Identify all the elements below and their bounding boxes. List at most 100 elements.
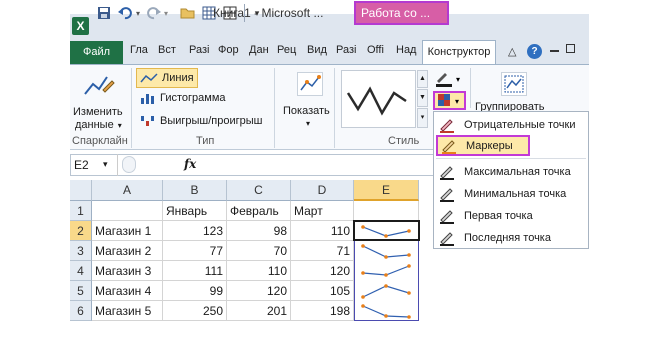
cell-b6[interactable]: 250 — [163, 301, 227, 321]
edit-data-button-line1[interactable]: Изменить — [73, 106, 123, 118]
cell-b5[interactable]: 99 — [163, 281, 227, 301]
open-folder-icon[interactable] — [179, 4, 197, 22]
menu-item-negative-points[interactable]: Отрицательные точки — [436, 114, 589, 135]
cell-b2[interactable]: 123 — [163, 221, 227, 241]
name-box-dropdown-icon[interactable]: ▾ — [103, 159, 108, 170]
sparkline-e6[interactable] — [355, 302, 418, 320]
tab-office[interactable]: Offi — [367, 44, 384, 63]
cell-d6[interactable]: 198 — [291, 301, 354, 321]
menu-item-last-point[interactable]: Последняя точка — [436, 227, 589, 248]
svg-text:▾: ▾ — [456, 75, 460, 84]
cell-b1[interactable]: Январь — [163, 201, 227, 221]
column-header-d[interactable]: D — [291, 180, 354, 201]
tab-view[interactable]: Вид — [307, 44, 327, 63]
menu-item-markers[interactable]: Маркеры — [436, 135, 530, 156]
column-header-b[interactable]: B — [163, 180, 227, 201]
cell-a4[interactable]: Магазин 3 — [92, 261, 163, 281]
cell-a5[interactable]: Магазин 4 — [92, 281, 163, 301]
edit-data-button-line2[interactable]: данные ▾ — [75, 119, 122, 131]
tab-home[interactable]: Гла — [130, 44, 148, 63]
cell-a2[interactable]: Магазин 1 — [92, 221, 163, 241]
cell-e1[interactable] — [354, 201, 419, 221]
cell-d1[interactable]: Март — [291, 201, 354, 221]
pencil-icon — [436, 229, 458, 247]
row-header[interactable]: 1 — [70, 201, 92, 221]
insert-function-icon[interactable]: fx — [184, 157, 196, 171]
menu-item-label: Максимальная точка — [464, 165, 571, 178]
row-header[interactable]: 6 — [70, 301, 92, 321]
name-box[interactable]: E2 — [70, 154, 118, 176]
row-header[interactable]: 2 — [70, 221, 92, 241]
winloss-type-button[interactable]: Выигрыш/проигрыш — [140, 115, 263, 127]
formula-bar-expander-icon[interactable] — [122, 156, 136, 173]
cell-d5[interactable]: 105 — [291, 281, 354, 301]
pencil-icon — [436, 185, 458, 203]
cell-c1[interactable]: Февраль — [227, 201, 291, 221]
line-type-button[interactable]: Линия — [136, 68, 198, 88]
cell-c5[interactable]: 120 — [227, 281, 291, 301]
column-header-e[interactable]: E — [354, 180, 419, 201]
redo-icon[interactable] — [146, 4, 162, 22]
cell-c2[interactable]: 98 — [227, 221, 291, 241]
tab-data[interactable]: Дан — [249, 44, 269, 63]
redo-dropdown-icon[interactable]: ▾ — [162, 4, 170, 22]
cell-c3[interactable]: 70 — [227, 241, 291, 261]
menu-item-first-point[interactable]: Первая точка — [436, 205, 589, 226]
cell-c4[interactable]: 110 — [227, 261, 291, 281]
cell-b4[interactable]: 111 — [163, 261, 227, 281]
tab-review[interactable]: Рец — [277, 44, 296, 63]
group-button[interactable]: Группировать — [475, 101, 545, 111]
edit-data-icon[interactable] — [83, 72, 115, 98]
gallery-more-icon[interactable]: ▾ — [417, 108, 428, 128]
svg-text:▾: ▾ — [455, 97, 459, 106]
help-icon[interactable]: ? — [527, 44, 542, 59]
sparkline-e3[interactable] — [355, 242, 418, 260]
cell-a1[interactable] — [92, 201, 163, 221]
cell-a3[interactable]: Магазин 2 — [92, 241, 163, 261]
chevron-down-icon[interactable]: ▾ — [306, 119, 310, 128]
tab-insert[interactable]: Вст — [158, 44, 176, 63]
column-type-button[interactable]: Гистограмма — [140, 92, 226, 104]
group-separator — [274, 68, 275, 148]
show-markers-icon[interactable] — [297, 72, 323, 96]
cell-b3[interactable]: 77 — [163, 241, 227, 261]
sparkline-e4[interactable] — [355, 262, 418, 280]
show-button[interactable]: Показать — [283, 105, 330, 117]
tab-addins[interactable]: Над — [396, 44, 416, 63]
window-minimize-icon[interactable] — [550, 50, 559, 52]
undo-dropdown-icon[interactable]: ▾ — [134, 4, 142, 22]
marker-color-button[interactable]: ▾ — [433, 91, 466, 110]
cell-d4[interactable]: 120 — [291, 261, 354, 281]
style-gallery-item[interactable] — [341, 70, 416, 128]
cell-a6[interactable]: Магазин 5 — [92, 301, 163, 321]
cell-d3[interactable]: 71 — [291, 241, 354, 261]
tab-design[interactable]: Конструктор — [422, 40, 496, 65]
save-icon[interactable] — [96, 4, 112, 22]
menu-item-label: Последняя точка — [464, 231, 551, 244]
window-restore-icon[interactable] — [566, 44, 575, 53]
column-header-a[interactable]: A — [92, 180, 163, 201]
tab-page-layout[interactable]: Разі — [189, 44, 209, 63]
selected-cell-e2[interactable] — [353, 220, 420, 241]
row-header[interactable]: 4 — [70, 261, 92, 281]
sparkline-e5[interactable] — [355, 282, 418, 300]
sparkline-color-button[interactable]: ▾ — [434, 70, 464, 88]
tab-file[interactable]: Файл — [70, 41, 123, 64]
minimize-ribbon-icon[interactable]: △ — [508, 45, 516, 58]
gallery-scroll-up-icon[interactable]: ▲ — [417, 70, 428, 88]
row-header[interactable]: 5 — [70, 281, 92, 301]
sparkline-tools-context-title: Работа со ... — [354, 1, 449, 25]
group-icon[interactable] — [501, 72, 527, 96]
tab-formulas[interactable]: Фор — [218, 44, 239, 63]
cell-c6[interactable]: 201 — [227, 301, 291, 321]
gallery-scroll-down-icon[interactable]: ▼ — [417, 89, 428, 107]
column-header-c[interactable]: C — [227, 180, 291, 201]
cell-d2[interactable]: 110 — [291, 221, 354, 241]
line-type-label: Линия — [162, 72, 194, 84]
undo-icon[interactable] — [116, 4, 134, 22]
select-all-corner[interactable] — [70, 180, 92, 201]
menu-item-low-point[interactable]: Минимальная точка — [436, 183, 589, 204]
row-header[interactable]: 3 — [70, 241, 92, 261]
tab-developer[interactable]: Разі — [336, 44, 356, 63]
menu-item-high-point[interactable]: Максимальная точка — [436, 161, 589, 182]
